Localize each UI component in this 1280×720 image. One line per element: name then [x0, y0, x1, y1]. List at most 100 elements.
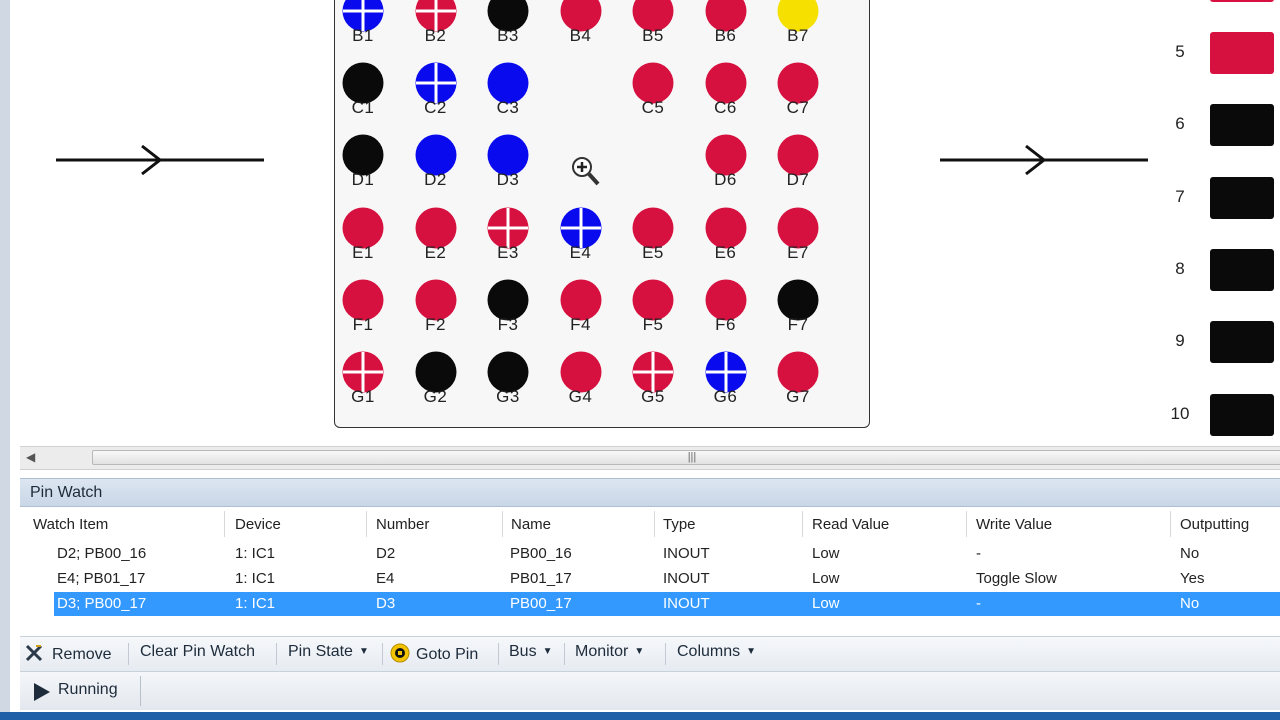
cell-number: D2: [376, 545, 396, 562]
pin-c1[interactable]: C1: [338, 61, 388, 133]
pin-f6[interactable]: F6: [701, 278, 751, 350]
toolbar-divider: [276, 643, 277, 665]
pin-b3[interactable]: B3: [483, 0, 533, 61]
column-divider[interactable]: [654, 511, 655, 537]
pin-c6[interactable]: C6: [701, 61, 751, 133]
col-type[interactable]: Type: [663, 516, 696, 533]
scrollbar-thumb[interactable]: |||: [92, 450, 1280, 465]
column-divider[interactable]: [966, 511, 967, 537]
legend-row-9[interactable]: 9: [1168, 321, 1278, 365]
pin-g7[interactable]: G7: [773, 350, 823, 422]
pin-c5[interactable]: C5: [628, 61, 678, 133]
cell-write-value[interactable]: -: [976, 545, 981, 562]
pin-diagram-canvas[interactable]: B1 B2 B3 B4 B5 B6 B7 C1 C2 C3 C5 C6 C7 D1 D2 D3 D6 D7 E1 E2…: [10, 0, 1280, 445]
pin-d1[interactable]: D1: [338, 133, 388, 205]
pin-state-label: Pin State: [288, 643, 353, 660]
columns-dropdown[interactable]: Columns ▼: [677, 643, 756, 665]
column-divider[interactable]: [502, 511, 503, 537]
table-row-selected[interactable]: D3; PB00_17 1: IC1 D3 PB00_17 INOUT Low …: [54, 592, 1280, 616]
pin-b6[interactable]: B6: [701, 0, 751, 61]
zoom-cursor-icon: [572, 157, 600, 186]
column-divider[interactable]: [224, 511, 225, 537]
column-divider[interactable]: [366, 511, 367, 537]
pin-e6[interactable]: E6: [701, 206, 751, 278]
toolbar-divider: [382, 643, 383, 665]
pin-label: B2: [424, 26, 447, 45]
pin-e4[interactable]: E4: [556, 206, 606, 278]
pin-d7[interactable]: D7: [773, 133, 823, 205]
legend-swatch: [1210, 393, 1274, 436]
cell-watch-item: E4; PB01_17: [57, 570, 146, 587]
pin-label: B6: [714, 26, 737, 45]
pin-c3[interactable]: C3: [483, 61, 533, 133]
pin-f4[interactable]: F4: [556, 278, 606, 350]
bus-dropdown[interactable]: Bus ▼: [509, 643, 552, 665]
col-write-value[interactable]: Write Value: [976, 516, 1052, 533]
clear-pin-watch-button[interactable]: Clear Pin Watch: [140, 643, 255, 665]
cell-write-value[interactable]: -: [976, 595, 981, 612]
pin-e3[interactable]: E3: [483, 206, 533, 278]
legend-row-5[interactable]: 5: [1168, 32, 1278, 76]
cell-outputting: No: [1180, 595, 1200, 612]
goto-pin-button[interactable]: Goto Pin: [390, 643, 478, 665]
pin-f1[interactable]: F1: [338, 278, 388, 350]
monitor-dropdown[interactable]: Monitor ▼: [575, 643, 644, 665]
cell-write-value[interactable]: Toggle Slow: [976, 570, 1057, 587]
col-name[interactable]: Name: [511, 516, 551, 533]
legend-row-10[interactable]: 10: [1168, 393, 1278, 438]
pin-d2[interactable]: D2: [411, 133, 461, 205]
col-number[interactable]: Number: [376, 516, 429, 533]
pin-b2[interactable]: B2: [411, 0, 461, 61]
run-status[interactable]: Running: [22, 676, 141, 706]
pin-g3[interactable]: G3: [483, 350, 533, 422]
pin-g1[interactable]: G1: [338, 350, 388, 422]
pin-d6[interactable]: D6: [701, 133, 751, 205]
cell-number: E4: [376, 570, 395, 587]
column-divider[interactable]: [1170, 511, 1171, 537]
pin-e5[interactable]: E5: [628, 206, 678, 278]
legend-row-7[interactable]: 7: [1168, 176, 1278, 221]
col-watch-item[interactable]: Watch Item: [33, 516, 108, 533]
col-device[interactable]: Device: [235, 516, 281, 533]
cell-number: D3: [376, 595, 396, 612]
col-read-value[interactable]: Read Value: [812, 516, 889, 533]
pin-f3[interactable]: F3: [483, 278, 533, 350]
pin-e1[interactable]: E1: [338, 206, 388, 278]
pin-label: C5: [641, 98, 665, 118]
pin-e7[interactable]: E7: [773, 206, 823, 278]
remove-button[interactable]: Remove: [24, 643, 112, 665]
pin-g6[interactable]: G6: [701, 350, 751, 422]
status-bar: Running: [20, 671, 1280, 710]
pin-b4[interactable]: B4: [556, 0, 606, 61]
pin-e2[interactable]: E2: [411, 206, 461, 278]
legend-row-8[interactable]: 8: [1168, 248, 1278, 293]
pin-f7[interactable]: F7: [773, 278, 823, 350]
table-row[interactable]: E4; PB01_17 1: IC1 E4 PB01_17 INOUT Low …: [54, 567, 1280, 591]
pin-label: B1: [352, 26, 374, 45]
pin-label: C3: [496, 98, 520, 118]
col-outputting[interactable]: Outputting: [1180, 516, 1249, 533]
pin-f5[interactable]: F5: [628, 278, 678, 350]
pin-b1[interactable]: B1: [338, 0, 388, 61]
goto-pin-label: Goto Pin: [416, 646, 479, 663]
legend-number: 6: [1175, 114, 1185, 134]
play-icon: [34, 683, 50, 701]
table-row[interactable]: D2; PB00_16 1: IC1 D2 PB00_16 INOUT Low …: [54, 542, 1280, 566]
pin-g5[interactable]: G5: [628, 350, 678, 422]
pin-f2[interactable]: F2: [411, 278, 461, 350]
pin-state-dropdown[interactable]: Pin State ▼: [288, 643, 369, 665]
pin-b7[interactable]: B7: [773, 0, 823, 61]
scroll-left-icon[interactable]: ◀: [26, 450, 35, 464]
pin-c2[interactable]: C2: [411, 61, 461, 133]
pin-label: F1: [352, 314, 374, 334]
cell-outputting: No: [1180, 545, 1200, 562]
pin-g4[interactable]: G4: [556, 350, 606, 422]
pin-c7[interactable]: C7: [773, 61, 823, 133]
horizontal-scrollbar[interactable]: ◀ |||: [20, 446, 1280, 470]
pin-label: E3: [497, 242, 519, 262]
legend-row-6[interactable]: 6: [1168, 104, 1278, 148]
pin-b5[interactable]: B5: [628, 0, 678, 61]
pin-g2[interactable]: G2: [411, 350, 461, 422]
column-divider[interactable]: [802, 511, 803, 537]
pin-d3[interactable]: D3: [483, 133, 533, 205]
